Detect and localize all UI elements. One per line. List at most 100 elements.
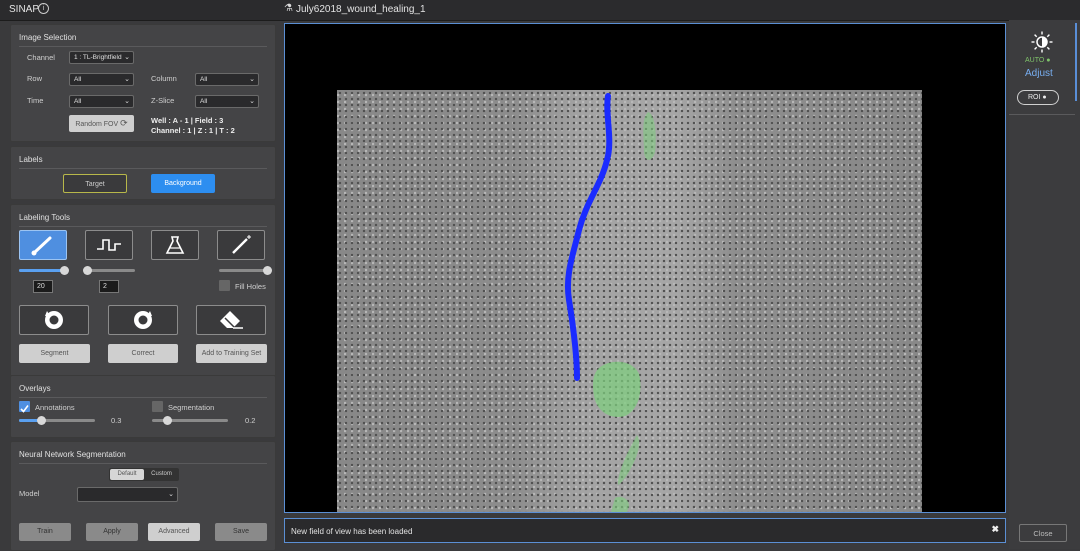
background-button[interactable]: Background xyxy=(151,174,215,193)
time-select[interactable]: All ⌄ xyxy=(69,95,134,108)
image-viewer[interactable] xyxy=(284,23,1006,513)
divider xyxy=(19,168,267,169)
correct-button[interactable]: Correct xyxy=(108,344,178,363)
segment-button[interactable]: Segment xyxy=(19,344,90,363)
file-title: July62018_wound_healing_1 xyxy=(296,4,426,15)
divider xyxy=(19,397,267,398)
chevron-down-icon: ⌄ xyxy=(124,98,130,105)
column-value: All xyxy=(200,76,208,83)
tab-default[interactable]: Default xyxy=(110,469,144,480)
chevron-down-icon: ⌄ xyxy=(168,491,174,498)
row-select[interactable]: All ⌄ xyxy=(69,73,134,86)
magic-wand-icon xyxy=(232,235,251,254)
fill-holes-label: Fill Holes xyxy=(235,282,266,291)
divider xyxy=(19,226,267,227)
train-button[interactable]: Train xyxy=(19,523,71,541)
target-button[interactable]: Target xyxy=(63,174,127,193)
divider xyxy=(19,463,267,464)
overlays-panel: Overlays Annotations 0.3 Segmentation 0.… xyxy=(10,375,276,438)
brightness-icon xyxy=(1031,31,1053,53)
status-dot-icon: ● xyxy=(1046,57,1051,64)
close-button[interactable]: Close xyxy=(1019,524,1067,542)
panel-title: Image Selection xyxy=(19,33,77,42)
segmentation-region xyxy=(611,496,629,512)
close-icon[interactable]: ✖ xyxy=(991,524,999,535)
flask-icon: ⚗ xyxy=(284,3,293,14)
channel-select[interactable]: 1 : TL-Brightfield ⌄ xyxy=(69,51,134,64)
brush-tool-button[interactable] xyxy=(19,230,67,260)
redo-icon xyxy=(134,311,152,329)
eraser-button[interactable] xyxy=(196,305,266,335)
panel-title: Labeling Tools xyxy=(19,213,71,222)
model-source-tabs: Default Custom xyxy=(109,468,179,481)
segmentation-region xyxy=(617,435,640,485)
annotations-opacity-knob[interactable] xyxy=(37,416,47,425)
eraser-icon xyxy=(220,311,243,329)
left-panel: Image Selection Channel 1 : TL-Brightfie… xyxy=(8,20,278,551)
step-size-slider[interactable] xyxy=(87,269,135,272)
add-to-training-set-button[interactable]: Add to Training Set xyxy=(196,344,267,363)
roi-button[interactable]: ROI ● xyxy=(1017,90,1059,105)
refresh-icon: ⟳ xyxy=(120,118,128,128)
chevron-down-icon: ⌄ xyxy=(124,76,130,83)
channel-label: Channel xyxy=(27,53,55,62)
channel-value: 1 : TL-Brightfield xyxy=(74,54,122,61)
fill-holes-checkbox[interactable] xyxy=(219,280,230,291)
row-label: Row xyxy=(27,74,43,83)
step-size-knob[interactable] xyxy=(82,266,92,275)
segmentation-opacity-knob[interactable] xyxy=(162,416,172,425)
undo-icon xyxy=(45,311,63,329)
annotations-label: Annotations xyxy=(35,403,75,412)
well-field-info: Well : A - 1 | Field : 3 xyxy=(151,116,224,125)
advanced-button[interactable]: Advanced xyxy=(148,523,200,541)
panel-title: Neural Network Segmentation xyxy=(19,450,126,459)
divider xyxy=(1009,114,1075,115)
chevron-down-icon: ⌄ xyxy=(124,54,130,61)
checkmark-icon xyxy=(20,405,29,413)
status-bar: New field of view has been loaded ✖ xyxy=(284,518,1006,543)
adjust-label: Adjust xyxy=(1025,68,1053,79)
info-icon[interactable]: i xyxy=(38,3,49,14)
brush-size-input[interactable]: 20 xyxy=(33,280,53,293)
channel-z-t-info: Channel : 1 | Z : 1 | T : 2 xyxy=(151,126,235,135)
zslice-select[interactable]: All ⌄ xyxy=(195,95,259,108)
annotation-overlay xyxy=(564,93,656,512)
labels-panel: Labels Target Background xyxy=(10,146,276,200)
segmentation-region xyxy=(593,361,641,418)
panel-title: Overlays xyxy=(19,384,51,393)
auto-label: AUTO ● xyxy=(1025,57,1051,64)
wand-slider[interactable] xyxy=(219,269,267,272)
tab-custom[interactable]: Custom xyxy=(145,469,178,480)
save-button[interactable]: Save xyxy=(215,523,267,541)
flask-icon xyxy=(165,236,185,254)
step-size-input[interactable]: 2 xyxy=(99,280,119,293)
segmentation-checkbox[interactable] xyxy=(152,401,163,412)
app-title: SINAP xyxy=(9,4,40,15)
roi-label: ROI xyxy=(1028,94,1041,101)
brush-size-knob[interactable] xyxy=(60,266,70,275)
annotations-checkbox[interactable] xyxy=(19,401,30,413)
model-label: Model xyxy=(19,489,40,498)
wand-knob[interactable] xyxy=(262,266,272,275)
labeling-tools-panel: Labeling Tools 20 2 Fill Holes Segment C… xyxy=(10,204,276,389)
chevron-down-icon: ⌄ xyxy=(249,98,255,105)
zslice-label: Z-Slice xyxy=(151,96,175,105)
magic-wand-tool-button[interactable] xyxy=(217,230,265,260)
title-bar: SINAP i ⚗ July62018_wound_healing_1 xyxy=(0,0,1080,21)
apply-button[interactable]: Apply xyxy=(86,523,138,541)
time-value: All xyxy=(74,98,82,105)
right-panel: AUTO ● Adjust ROI ● xyxy=(1009,20,1080,549)
flask-tool-button[interactable] xyxy=(151,230,199,260)
model-select[interactable]: ⌄ xyxy=(77,487,178,502)
segmentation-label: Segmentation xyxy=(168,403,215,412)
redo-button[interactable] xyxy=(108,305,178,335)
column-select[interactable]: All ⌄ xyxy=(195,73,259,86)
random-fov-button[interactable]: Random FOV ⟳ xyxy=(69,115,134,132)
toggle-dot-icon: ● xyxy=(1042,94,1047,101)
undo-button[interactable] xyxy=(19,305,89,335)
step-wave-icon xyxy=(97,239,121,251)
divider xyxy=(19,46,267,47)
segmentation-region xyxy=(643,112,656,160)
step-tool-button[interactable] xyxy=(85,230,133,260)
time-label: Time xyxy=(27,96,44,105)
